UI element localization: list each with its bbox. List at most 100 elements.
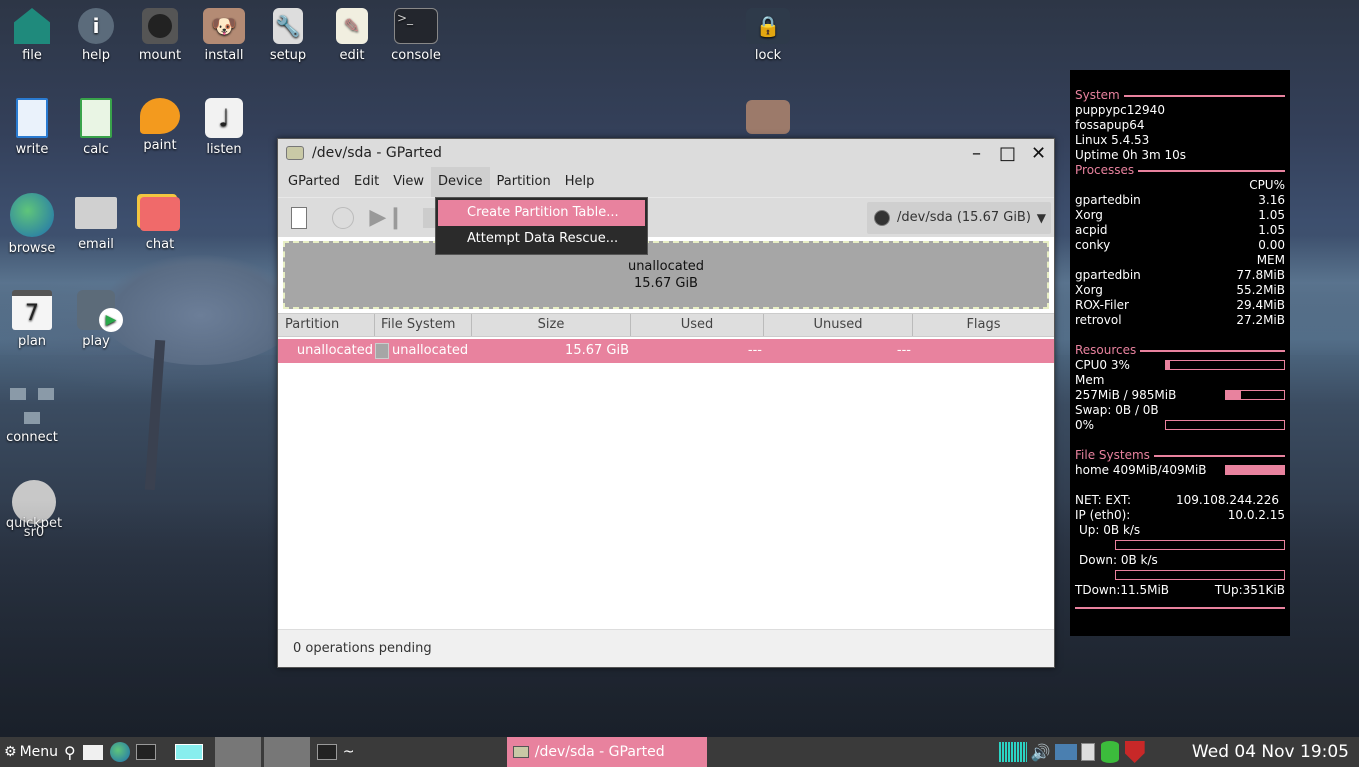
mem-process-row: ROX-Filer 29.4MiB xyxy=(1075,298,1285,312)
col-unused[interactable]: Unused xyxy=(764,314,913,336)
desktop-icon-email[interactable]: email xyxy=(64,193,128,252)
workspace-pager xyxy=(165,737,313,767)
background-tree-trunk xyxy=(144,339,166,491)
maximize-icon[interactable]: □ xyxy=(992,139,1023,167)
firewall-shield-icon[interactable] xyxy=(1124,737,1145,767)
menu-item-attempt-data-rescue[interactable]: Attempt Data Rescue... xyxy=(438,226,645,252)
gparted-window: /dev/sda - GParted – □ ✕ GParted Edit Vi… xyxy=(277,138,1055,668)
task-gparted[interactable]: /dev/sda - GParted xyxy=(506,737,707,767)
desktop-icon-setup[interactable]: 🔧 setup xyxy=(256,8,320,63)
desktop-icon-calc[interactable]: calc xyxy=(64,98,128,157)
clipboard-icon[interactable] xyxy=(1080,737,1095,767)
network-tray-icon[interactable] xyxy=(998,737,1027,767)
menu-view[interactable]: View xyxy=(386,167,431,197)
device-selector[interactable]: /dev/sda (15.67 GiB) ▼ xyxy=(867,201,1051,234)
table-row[interactable]: unallocated unallocated 15.67 GiB --- --… xyxy=(278,339,1054,363)
display-tray-icon[interactable] xyxy=(1054,737,1077,767)
desktop-icon-plan[interactable]: 7 plan xyxy=(0,290,64,349)
desktop-icon-label: console xyxy=(391,48,441,63)
mem-header: MEM xyxy=(1256,253,1285,267)
fs-home-bar xyxy=(1225,465,1285,475)
col-used[interactable]: Used xyxy=(631,314,764,336)
cpu-header: CPU% xyxy=(1249,178,1285,192)
desktop-icon-file[interactable]: file xyxy=(0,8,64,63)
desktop-icon-briefcase[interactable] xyxy=(736,100,800,138)
browser-globe-icon[interactable] xyxy=(109,737,130,767)
col-size[interactable]: Size xyxy=(472,314,631,336)
desktop-icon-chat[interactable]: chat xyxy=(128,193,192,252)
delete-partition-icon[interactable] xyxy=(328,203,358,233)
distro: fossapup64 xyxy=(1075,118,1145,132)
kernel: Linux 5.4.53 xyxy=(1075,133,1150,147)
desktop-icon-label: calc xyxy=(83,142,109,157)
menu-partition[interactable]: Partition xyxy=(490,167,558,197)
net-down-graph-row xyxy=(1075,568,1285,583)
menu-help[interactable]: Help xyxy=(558,167,602,197)
desktop-icon-sr0-label[interactable]: sr0 xyxy=(2,525,66,540)
cpu-process-row: acpid 1.05 xyxy=(1075,223,1285,237)
task-terminal[interactable]: ~ xyxy=(316,737,507,767)
status-bar: 0 operations pending xyxy=(278,629,1054,667)
resize-move-icon[interactable]: ▶❙ xyxy=(369,203,404,233)
terminal-task-icon xyxy=(316,744,337,760)
start-menu-button[interactable]: ⚙ Menu xyxy=(0,737,58,767)
desktop-icon-label: setup xyxy=(269,48,307,63)
desktop-icon-listen[interactable]: ♩ listen xyxy=(192,98,256,157)
desktop-icon-label: help xyxy=(81,48,111,63)
desktop-icon-edit[interactable]: ✎ edit xyxy=(320,8,384,63)
desktop-icon-label: quickpet xyxy=(5,516,63,531)
filesystem-color-swatch xyxy=(375,343,389,359)
net-ext-row: NET: EXT: 109.108.244.226 xyxy=(1075,493,1279,507)
wrench-icon: 🔧 xyxy=(273,8,303,44)
close-icon[interactable]: ✕ xyxy=(1023,139,1054,167)
desktop-icon-paint[interactable]: paint xyxy=(128,98,192,153)
start-menu-label: Menu xyxy=(19,744,59,760)
desktop-icon-help[interactable]: i help xyxy=(64,8,128,63)
window-titlebar[interactable]: /dev/sda - GParted – □ ✕ xyxy=(278,139,1054,167)
minimize-icon[interactable]: – xyxy=(961,139,992,167)
info-icon: i xyxy=(78,8,114,44)
desktop-icon-mount[interactable]: mount xyxy=(128,8,192,63)
section-title: Processes xyxy=(1075,163,1135,177)
workspace-3[interactable] xyxy=(263,737,310,767)
unallocated-graph-block[interactable]: unallocated 15.67 GiB xyxy=(283,241,1049,309)
conky-section-filesystems: File Systems xyxy=(1075,448,1285,463)
desktop-icon-console[interactable]: >_ console xyxy=(384,8,448,63)
task-gparted-label: /dev/sda - GParted xyxy=(534,744,665,760)
desktop-icon-browse[interactable]: browse xyxy=(0,193,64,256)
desktop-icon-install[interactable]: 🐶 install xyxy=(192,8,256,63)
desktop-icon-quickpet[interactable]: quickpet sr0 xyxy=(2,480,66,540)
hostname: puppypc12940 xyxy=(1075,103,1165,117)
col-flags[interactable]: Flags xyxy=(913,314,1054,336)
volume-icon[interactable]: 🔊 xyxy=(1031,737,1051,767)
palette-icon xyxy=(140,98,180,134)
menu-device[interactable]: Device xyxy=(431,167,490,197)
menu-gparted[interactable]: GParted xyxy=(281,167,347,197)
partition-table-header: Partition File System Size Used Unused F… xyxy=(278,313,1054,337)
menu-item-create-partition-table[interactable]: Create Partition Table... xyxy=(438,200,645,226)
clock[interactable]: Wed 04 Nov 19:05 xyxy=(1192,737,1349,767)
terminal-icon: >_ xyxy=(394,8,438,44)
storage-icon[interactable] xyxy=(1100,737,1119,767)
chevron-down-icon: ▼ xyxy=(1036,210,1046,225)
workspace-2[interactable] xyxy=(214,737,261,767)
desktop-icon-play[interactable]: ▶ play xyxy=(64,290,128,349)
col-filesystem[interactable]: File System xyxy=(375,314,472,336)
desktop-icon-lock[interactable]: 🔒 lock xyxy=(736,8,800,63)
search-icon[interactable]: ⚲ xyxy=(64,737,76,767)
desktop-icon-write[interactable]: write xyxy=(0,98,64,157)
desktop-icon-connect[interactable]: connect xyxy=(0,386,64,445)
show-desktop-icon[interactable] xyxy=(82,737,103,767)
drive-icon xyxy=(142,8,178,44)
calendar-icon: 7 xyxy=(12,290,52,330)
col-partition[interactable]: Partition xyxy=(278,314,375,336)
terminal-launcher-icon[interactable] xyxy=(135,737,156,767)
workspace-1[interactable] xyxy=(165,737,212,767)
menu-edit[interactable]: Edit xyxy=(347,167,386,197)
briefcase-icon xyxy=(746,100,790,134)
section-title: System xyxy=(1075,88,1120,102)
window-title: /dev/sda - GParted xyxy=(312,145,442,161)
disk-graph[interactable]: unallocated 15.67 GiB xyxy=(278,237,1054,313)
net-down-graph xyxy=(1115,570,1285,580)
new-partition-icon[interactable] xyxy=(284,203,314,233)
